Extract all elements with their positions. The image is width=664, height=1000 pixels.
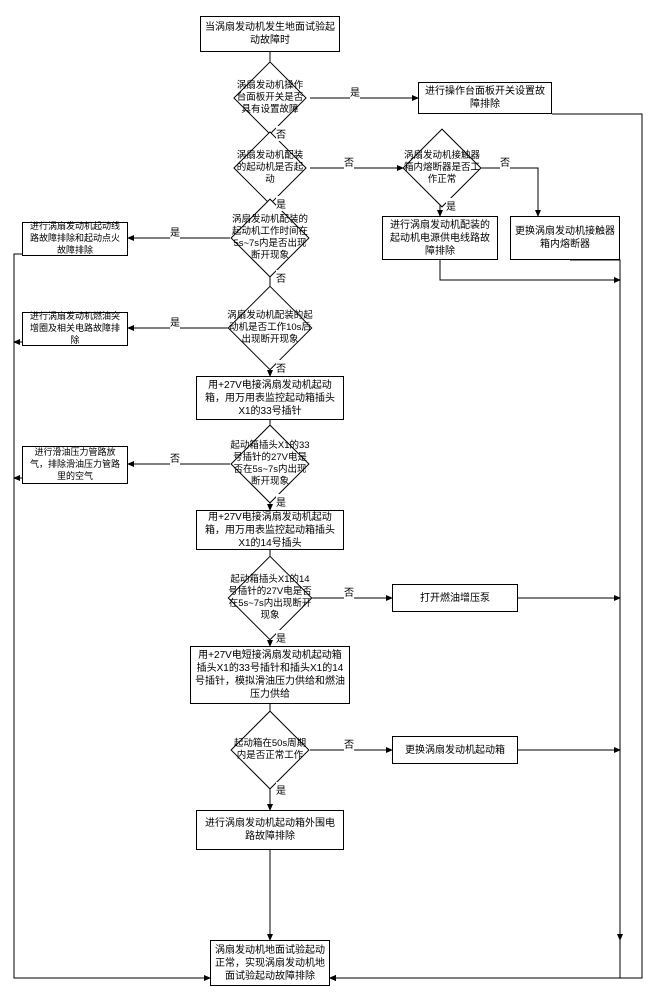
decision-5-7s-break: 涡扇发动机配装的起动机工作时间在5s~7s内是否出现断开现象 (242, 210, 298, 266)
start-node: 当涡扇发动机发生地面试验起动故障时 (200, 16, 340, 52)
label-yes: 是 (446, 198, 456, 213)
decision-starter-run: 涡扇发动机配装的起动机是否起动 (244, 142, 296, 194)
label-yes: 是 (276, 494, 286, 509)
label-yes: 是 (170, 224, 180, 239)
decision-panel-switch: 涡扇发动机操作台面板开关是否具有设置故障 (244, 72, 296, 124)
action-start-line-ignition: 进行涡扇发动机起动线路故障排除和起动点火故障排除 (22, 222, 128, 256)
label-no: 否 (344, 584, 354, 599)
action-oil-air: 进行滑油压力管路放气，排除滑油压力管路里的空气 (22, 446, 128, 484)
label-no: 否 (276, 126, 286, 141)
label-no: 否 (344, 154, 354, 169)
label-yes: 是 (350, 84, 360, 99)
end-node: 涡扇发动机地面试验起动正常，实现涡扇发动机地面试验起动故障排除 (210, 940, 330, 986)
label-yes: 是 (170, 314, 180, 329)
process-monitor-pin14: 用+27V电接涡扇发动机起动箱，用万用表监控起动箱插头X1的14号插头 (196, 510, 344, 550)
label-no: 否 (276, 270, 286, 285)
label-no: 否 (344, 736, 354, 751)
label-yes: 是 (276, 782, 286, 797)
process-monitor-pin33: 用+27V电接涡扇发动机起动箱，用万用表监控起动箱插头X1的33号插针 (196, 376, 344, 420)
decision-10s-break: 涡扇发动机配装的起动机是否工作10s后出现断开现象 (240, 298, 300, 358)
action-fuel-surge: 进行涡扇发动机燃油突增圈及相关电路故障排除 (22, 312, 128, 346)
decision-pin33-break: 起动箱插头X1的33号插针的27V电是否在5s~7s内出现断开现象 (242, 436, 298, 492)
decision-pin14-break: 起动箱插头X1的14号插针的27V电是否在5s~7s内出现断开现象 (240, 568, 300, 628)
label-no: 否 (500, 154, 510, 169)
action-power-line: 进行涡扇发动机配装的起动机电源供电线路故障排除 (382, 216, 498, 260)
decision-50s-normal: 起动箱在50s周期内是否正常工作 (242, 722, 298, 778)
start-text: 当涡扇发动机发生地面试验起动故障时 (205, 21, 335, 47)
process-peripheral-circuit: 进行涡扇发动机起动箱外围电路故障排除 (196, 810, 344, 850)
label-no: 否 (276, 360, 286, 375)
action-replace-startbox: 更换涡扇发动机起动箱 (392, 736, 518, 764)
decision-fuse-normal: 涡扇发动机接触器箱内熔断器是否工作正常 (414, 140, 470, 196)
label-yes: 是 (276, 196, 286, 211)
action-open-pump: 打开燃油增压泵 (392, 584, 518, 612)
label-yes: 是 (276, 630, 286, 645)
process-short-33-14: 用+27V电短接涡扇发动机起动箱插头X1的33号插针和插头X1的14号插针，模拟… (190, 646, 350, 704)
action-replace-fuse: 更换涡扇发动机接触器箱内熔断器 (510, 216, 620, 260)
action-panel-switch: 进行操作台面板开关设置故障排除 (418, 82, 552, 114)
label-no: 否 (170, 450, 180, 465)
